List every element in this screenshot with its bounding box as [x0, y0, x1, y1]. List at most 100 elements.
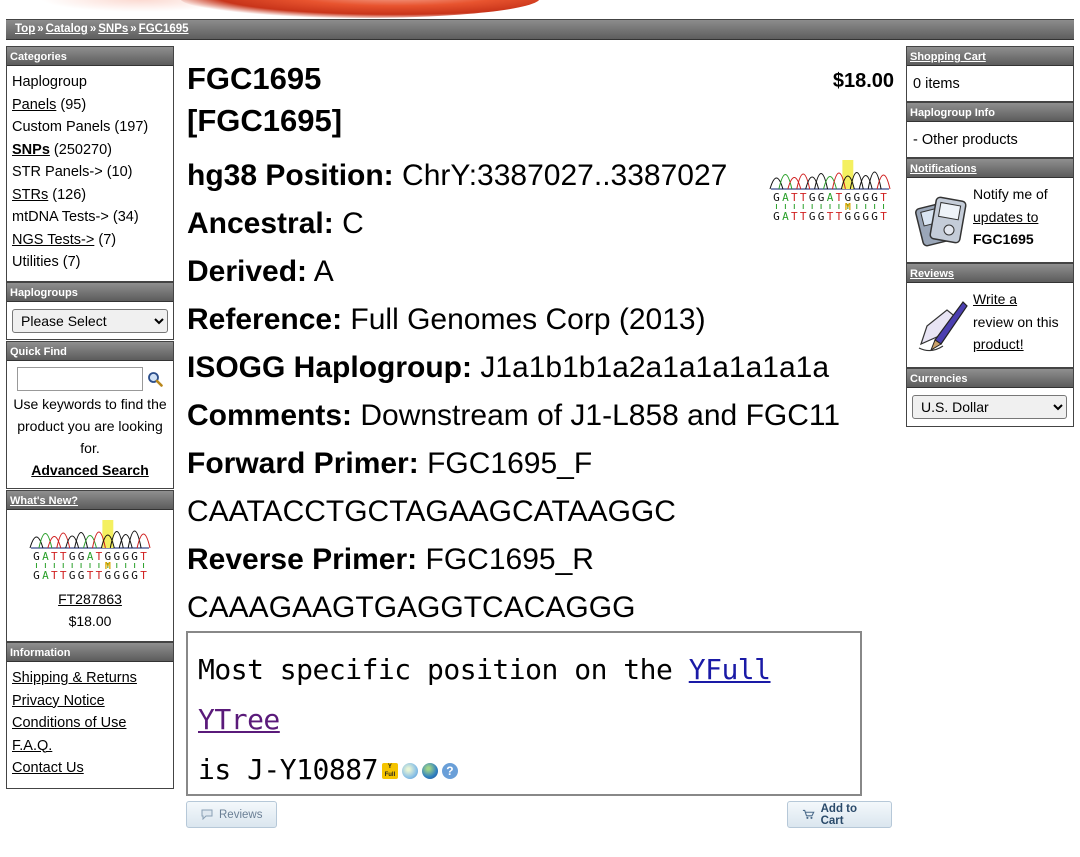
shopping-cart-box: Shopping Cart 0 items — [906, 46, 1074, 102]
chromatogram-top-base: A — [42, 550, 49, 563]
category-item[interactable]: SNPs (250270) — [12, 139, 168, 162]
category-label: Custom Panels — [12, 119, 111, 135]
product-field-value: FGC1695_R — [425, 543, 594, 576]
category-item[interactable]: STR Panels-> (10) — [12, 161, 168, 184]
product-name: FGC1695 — [187, 61, 322, 96]
reviews-button[interactable]: Reviews — [186, 801, 278, 828]
search-icon[interactable] — [147, 371, 163, 387]
category-item[interactable]: STRs (126) — [12, 184, 168, 207]
write-review-pen-icon[interactable] — [913, 296, 969, 356]
notifications-header[interactable]: Notifications — [910, 163, 977, 175]
whats-new-header[interactable]: What's New? — [10, 495, 78, 507]
breadcrumb-top[interactable]: Top — [15, 23, 35, 35]
chromatogram-bottom-base: T — [96, 569, 103, 582]
category-count: (250270) — [53, 141, 112, 158]
product-field-value: J1a1b1b1a2a1a1a1a1a1a — [480, 351, 830, 384]
chromatogram-peak — [83, 535, 97, 549]
reviews-header[interactable]: Reviews — [910, 268, 954, 280]
category-item[interactable]: Haplogroup — [12, 71, 168, 94]
review-text: review on this — [973, 313, 1059, 330]
chromatogram-bottom-base: T — [87, 569, 94, 582]
quick-find-header: Quick Find — [7, 342, 173, 361]
currency-select[interactable]: U.S. Dollar — [912, 395, 1067, 419]
category-count: (126) — [52, 186, 87, 203]
yfull-prefix: Most specific position on the — [198, 653, 673, 686]
chromatogram-peak — [29, 536, 44, 549]
chromatogram-marker: M — [105, 561, 111, 572]
product-model: [FGC1695] — [187, 103, 343, 138]
chromatogram-top-base: G — [122, 550, 129, 563]
yfull-logo-icon[interactable]: Y Full — [381, 763, 398, 779]
chromatogram-bottom-base: T — [60, 569, 67, 582]
category-label: mtDNA Tests-> — [12, 209, 109, 225]
yfull-link[interactable]: YFull — [689, 653, 771, 686]
whats-new-product-link[interactable]: FT287863 — [58, 591, 122, 607]
add-to-cart-button[interactable]: Add to Cart — [787, 801, 892, 828]
notification-device-icon[interactable] — [913, 191, 969, 251]
shopping-cart-header[interactable]: Shopping Cart — [910, 51, 986, 63]
category-item[interactable]: NGS Tests-> (7) — [12, 229, 168, 252]
review-product-link[interactable]: product! — [973, 336, 1024, 352]
category-item[interactable]: Panels (95) — [12, 94, 168, 117]
chromatogram-bottom-base: G — [33, 569, 40, 582]
header-banner-art — [0, 0, 1080, 19]
speech-bubble-icon — [201, 809, 213, 820]
whats-new-chromatogram-image[interactable]: GGAATTTTGGGGATTTGGGGGGGGTTM — [12, 516, 168, 588]
breadcrumb-snps[interactable]: SNPs — [98, 23, 128, 35]
category-label[interactable]: STRs — [12, 187, 48, 203]
information-list: Shipping & Returns Privacy Notice Conditio… — [7, 662, 173, 785]
chromatogram-top-base: G — [78, 550, 85, 563]
breadcrumb-catalog[interactable]: Catalog — [46, 23, 88, 35]
whats-new-box: What's New? GGAATTTTGGGGATTTGGGGGGGGTTM … — [6, 490, 174, 642]
chromatogram-bottom-base: A — [42, 569, 49, 582]
category-label[interactable]: SNPs — [12, 142, 50, 158]
category-label[interactable]: Panels — [12, 97, 56, 113]
category-label: STR Panels-> — [12, 164, 103, 180]
help-icon[interactable]: ? — [441, 763, 458, 779]
currencies-box: Currencies U.S. Dollar — [906, 368, 1074, 427]
product-field-value: Downstream of J1-L858 and FGC11 — [360, 399, 841, 432]
product-field-row: Reverse Primer: FGC1695_R — [187, 536, 894, 584]
chromatogram-peak — [136, 533, 151, 549]
category-label[interactable]: NGS Tests-> — [12, 232, 94, 248]
write-review-link[interactable]: Write a — [973, 291, 1017, 307]
chromatogram-top-base: T — [51, 550, 58, 563]
product-field-value: Full Genomes Corp (2013) — [350, 303, 706, 336]
breadcrumb-sep: » — [89, 23, 97, 35]
map-icon[interactable] — [401, 763, 418, 779]
product-field-value: A — [313, 255, 334, 288]
notify-product: FGC1695 — [973, 231, 1034, 247]
quick-find-input[interactable] — [17, 367, 143, 391]
chromatogram-top-base: G — [113, 550, 120, 563]
quick-find-box: Quick Find Use keywords to find the prod… — [6, 341, 174, 489]
category-item[interactable]: Utilities (7) — [12, 251, 168, 274]
chromatogram-top-base: G — [69, 550, 76, 563]
product-field-row: CAAAGAAGTGAGGTCACAGGG — [187, 584, 894, 632]
haplogroup-info-header: Haplogroup Info — [907, 103, 1073, 122]
product-title: FGC1695 [FGC1695] — [187, 58, 342, 142]
breadcrumb-current[interactable]: FGC1695 — [139, 23, 189, 35]
notify-updates-link[interactable]: updates to — [973, 209, 1038, 225]
product-field-label: Comments: — [187, 399, 353, 432]
product-price: $18.00 — [832, 70, 894, 92]
information-link[interactable]: F.A.Q. — [12, 738, 52, 754]
category-item[interactable]: mtDNA Tests-> (34) — [12, 206, 168, 229]
whats-new-price: $18.00 — [68, 613, 112, 629]
chromatogram-bottom-base: G — [122, 569, 129, 582]
categories-box: Categories Haplogroup Panels (95) Custom P… — [6, 46, 174, 282]
information-link[interactable]: Conditions of Use — [12, 715, 126, 731]
globe-icon[interactable] — [421, 763, 438, 779]
chromatogram-top-base: G — [33, 550, 40, 563]
category-count: (7) — [62, 254, 81, 270]
information-link[interactable]: Privacy Notice — [12, 693, 105, 709]
information-link[interactable]: Contact Us — [12, 760, 84, 776]
information-link[interactable]: Shipping & Returns — [12, 670, 137, 686]
ytree-link[interactable]: YTree — [198, 703, 280, 736]
advanced-search-link[interactable]: Advanced Search — [31, 462, 149, 478]
category-count: (197) — [114, 119, 149, 135]
category-item[interactable]: Custom Panels (197) — [12, 116, 168, 139]
other-products-item[interactable]: Other products — [922, 132, 1018, 148]
currencies-header: Currencies — [907, 369, 1073, 388]
haplogroup-select[interactable]: Please Select — [12, 309, 168, 333]
product-field-value: ChrY:3387027..3387027 — [402, 159, 728, 192]
